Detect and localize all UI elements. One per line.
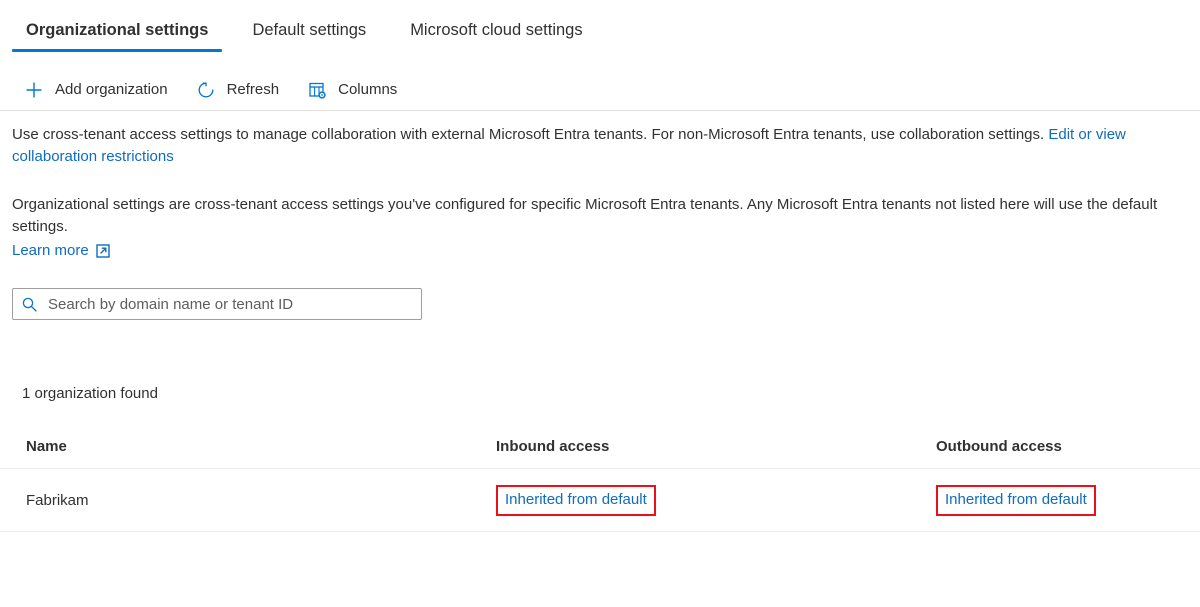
columns-label: Columns (338, 80, 397, 100)
tab-organizational-settings[interactable]: Organizational settings (12, 20, 222, 52)
cell-inbound-access: Inherited from default (496, 469, 936, 532)
table-header-row: Name Inbound access Outbound access (0, 438, 1200, 469)
organizations-table: Name Inbound access Outbound access Fabr… (0, 438, 1200, 532)
search-input[interactable] (45, 296, 421, 313)
tab-label: Microsoft cloud settings (410, 21, 582, 39)
description-paragraph-1: Use cross-tenant access settings to mana… (12, 124, 1182, 168)
table-row: Fabrikam Inherited from default Inherite… (0, 469, 1200, 532)
add-organization-label: Add organization (55, 80, 168, 100)
inbound-access-annotation-box: Inherited from default (496, 485, 656, 516)
description-paragraph-2: Organizational settings are cross-tenant… (12, 194, 1182, 238)
tab-microsoft-cloud-settings[interactable]: Microsoft cloud settings (396, 20, 596, 52)
learn-more-link[interactable]: Learn more (12, 240, 110, 262)
column-header-name[interactable]: Name (0, 438, 496, 469)
cell-organization-name: Fabrikam (0, 469, 496, 532)
search-icon (13, 296, 45, 313)
refresh-label: Refresh (227, 80, 280, 100)
description-section: Use cross-tenant access settings to mana… (0, 124, 1200, 262)
search-box[interactable] (12, 288, 422, 320)
tab-bar: Organizational settings Default settings… (0, 0, 1200, 56)
cell-outbound-access: Inherited from default (936, 469, 1200, 532)
refresh-button[interactable]: Refresh (190, 74, 292, 106)
external-link-icon (96, 244, 110, 258)
refresh-icon (194, 78, 218, 102)
command-bar: Add organization Refresh Columns (0, 70, 1200, 110)
tab-label: Default settings (252, 21, 366, 39)
tab-label: Organizational settings (26, 21, 208, 39)
outbound-access-link[interactable]: Inherited from default (945, 491, 1087, 508)
outbound-access-annotation-box: Inherited from default (936, 485, 1096, 516)
column-header-inbound-access[interactable]: Inbound access (496, 438, 936, 469)
column-header-outbound-access[interactable]: Outbound access (936, 438, 1200, 469)
plus-icon (22, 78, 46, 102)
add-organization-button[interactable]: Add organization (18, 74, 180, 106)
command-bar-divider (0, 110, 1200, 111)
results-count: 1 organization found (22, 384, 1200, 404)
description-paragraph-1-text: Use cross-tenant access settings to mana… (12, 126, 1048, 143)
learn-more-label: Learn more (12, 240, 89, 262)
columns-icon (305, 78, 329, 102)
tab-default-settings[interactable]: Default settings (238, 20, 380, 52)
columns-button[interactable]: Columns (301, 74, 409, 106)
inbound-access-link[interactable]: Inherited from default (505, 491, 647, 508)
